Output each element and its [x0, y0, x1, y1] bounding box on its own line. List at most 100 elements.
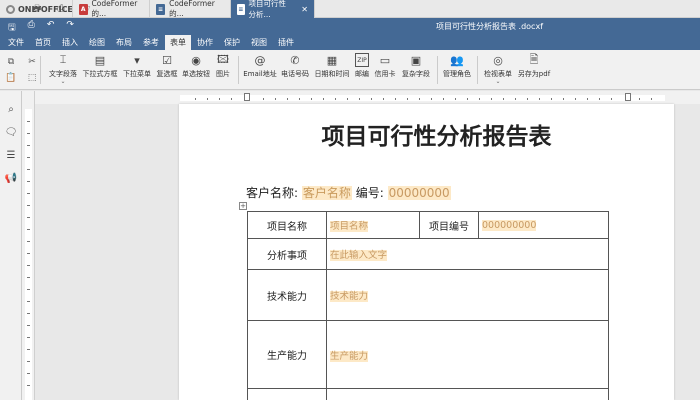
credit-card-button[interactable]: ▭ 信用卡 — [372, 53, 398, 79]
chevron-down-icon: ⌄ — [495, 78, 501, 85]
combo-box-button[interactable]: ▤ 下拉式方框 — [80, 53, 120, 79]
menu-layout[interactable]: 布局 — [111, 35, 137, 50]
menu-protection[interactable]: 保护 — [219, 35, 245, 50]
table-cell-label: 项目编号 — [419, 211, 479, 239]
document-tab[interactable]: ≡ CodeFormer的... — [150, 0, 231, 18]
menu-collaboration[interactable]: 协作 — [192, 35, 218, 50]
credit-card-icon: ▭ — [379, 53, 391, 67]
paste-icon[interactable]: 📋 — [4, 72, 18, 84]
document-heading: 项目可行性分析报告表 — [321, 124, 552, 150]
number-label: 编号: — [355, 186, 384, 200]
select-all-icon[interactable]: ⬚ — [25, 72, 39, 84]
undo-icon[interactable]: ↶ — [47, 20, 55, 36]
table-cell-value[interactable]: 技术能力 — [326, 269, 609, 321]
text-field-button[interactable]: ⌶ 文字段落 ⌄ — [46, 53, 80, 85]
complex-field-button[interactable]: ▣ 复杂字段 — [400, 53, 432, 79]
phone-button[interactable]: ✆ 电话号码 — [278, 53, 312, 79]
menu-forms[interactable]: 表单 — [165, 35, 191, 50]
menu-home[interactable]: 首页 — [30, 35, 56, 50]
radio-icon: ◉ — [191, 53, 201, 67]
document-area: 项目可行性分析报告表 客户名称: 客户名称 编号: 00000000 + 项目名… — [35, 104, 700, 400]
pdf-icon: A — [79, 3, 88, 15]
table-cell-label: 技术能力 — [247, 269, 327, 321]
table-cell-value[interactable]: 在此输入文字 — [326, 238, 609, 270]
chevron-down-icon: ⌄ — [60, 78, 66, 85]
menu-view[interactable]: 视图 — [246, 35, 272, 50]
left-sidebar: ⌕ 🗨 ☰ 📢 — [0, 91, 22, 400]
document-tab-active[interactable]: ≡ 项目可行性分析... ✕ — [231, 0, 315, 19]
navigation-icon[interactable]: ☰ — [5, 149, 17, 161]
document-tab[interactable]: A CodeFormer的... — [72, 0, 150, 18]
email-button[interactable]: @ Email地址 — [243, 53, 277, 79]
redo-icon[interactable]: ↷ — [66, 20, 74, 36]
save-as-pdf-button[interactable]: 🗎 另存为pdf — [516, 53, 552, 79]
title-bar: ONLYOFFICE 🖶 ⎙ 🗁 A CodeFormer的... ≡ Code… — [0, 0, 700, 19]
manage-roles-button[interactable]: 👥 管理角色 — [441, 53, 473, 79]
tab-label: CodeFormer的... — [169, 0, 215, 18]
combo-box-icon: ▤ — [94, 53, 106, 67]
table-cell-label — [247, 388, 327, 400]
customer-label: 客户名称: — [246, 186, 299, 200]
production-capability-field[interactable]: 生产能力 — [330, 350, 369, 362]
save-icon[interactable]: 🖫 — [8, 20, 16, 36]
project-number-field[interactable]: 000000000 — [482, 219, 537, 231]
menu-plugins[interactable]: 插件 — [273, 35, 299, 50]
close-icon[interactable]: ✕ — [301, 5, 308, 14]
menu-insert[interactable]: 插入 — [57, 35, 83, 50]
form-table: 项目名称 项目名称 项目编号 000000000 分析事项 在此输入文字 技术能… — [247, 211, 609, 400]
toolbar: ⧉ ✂ 📋 ⬚ ⌶ 文字段落 ⌄ ▤ 下拉式方框 ▾ 下拉菜单 ☑ 复选框 ◉ … — [0, 50, 700, 90]
dropdown-button[interactable]: ▾ 下拉菜单 — [120, 53, 154, 79]
zip-icon: ZIP — [355, 53, 369, 67]
image-icon: 🖾 — [217, 52, 229, 66]
table-cell-label: 分析事项 — [247, 238, 327, 270]
radio-button-tool[interactable]: ◉ 单选按钮 — [180, 53, 212, 79]
project-name-field[interactable]: 项目名称 — [330, 221, 369, 232]
table-cell-value[interactable] — [326, 388, 609, 400]
cut-icon[interactable]: ✂ — [25, 56, 39, 68]
onlyoffice-logo-icon — [6, 4, 15, 14]
menu-references[interactable]: 参考 — [138, 35, 164, 50]
table-cell-value[interactable]: 项目名称 — [326, 211, 420, 239]
feedback-icon[interactable]: 📢 — [5, 172, 17, 184]
quick-print-icon[interactable]: ⎙ — [54, 2, 68, 16]
vertical-ruler — [22, 91, 35, 400]
checkbox-icon: ☑ — [162, 53, 172, 67]
comments-icon[interactable]: 🗨 — [5, 126, 18, 138]
analysis-items-field[interactable]: 在此输入文字 — [330, 250, 388, 261]
document-icon: ≡ — [237, 3, 245, 15]
customer-name-field[interactable]: 客户名称 — [301, 186, 352, 200]
tab-label: 项目可行性分析... — [248, 0, 287, 19]
view-form-icon: ◎ — [493, 53, 503, 67]
menu-draw[interactable]: 绘图 — [84, 35, 110, 50]
table-cell-value[interactable]: 000000000 — [478, 211, 609, 239]
document-page[interactable]: 项目可行性分析报告表 客户名称: 客户名称 编号: 00000000 + 项目名… — [179, 104, 674, 400]
dropdown-icon: ▾ — [134, 53, 140, 67]
horizontal-ruler — [35, 91, 700, 104]
table-row: 项目名称 项目名称 项目编号 000000000 — [247, 211, 609, 239]
zip-button[interactable]: ZIP 邮编 — [352, 53, 372, 79]
table-cell-label: 项目名称 — [247, 211, 327, 239]
right-indent-marker[interactable] — [625, 93, 631, 101]
header-bar: 🖫 ⎙ ↶ ↷ 项目可行性分析报告表 .docxf — [0, 18, 700, 35]
table-row: 分析事项 在此输入文字 — [247, 238, 609, 270]
print-icon[interactable]: 🖶 — [30, 2, 44, 16]
image-button[interactable]: 🖾 图片 — [212, 53, 234, 79]
roles-icon: 👥 — [450, 53, 464, 67]
table-row: 技术能力 技术能力 — [247, 269, 609, 321]
search-icon[interactable]: ⌕ — [5, 103, 17, 115]
table-cell-label: 生产能力 — [247, 320, 327, 389]
table-cell-value[interactable]: 生产能力 — [326, 320, 609, 389]
table-move-handle[interactable]: + — [239, 202, 247, 210]
phone-icon: ✆ — [290, 53, 300, 67]
number-field[interactable]: 00000000 — [387, 186, 451, 200]
checkbox-button[interactable]: ☑ 复选框 — [154, 53, 180, 79]
date-time-button[interactable]: ▦ 日期和时间 — [313, 53, 351, 79]
copy-icon[interactable]: ⧉ — [4, 56, 18, 68]
print-icon[interactable]: ⎙ — [28, 20, 35, 36]
complex-field-icon: ▣ — [410, 53, 422, 67]
view-form-button[interactable]: ◎ 检视表单 ⌄ — [482, 53, 514, 85]
indent-marker[interactable] — [244, 93, 250, 101]
menu-file[interactable]: 文件 — [3, 35, 29, 50]
tech-capability-field[interactable]: 技术能力 — [330, 291, 369, 302]
menu-bar: 文件 首页 插入 绘图 布局 参考 表单 协作 保护 视图 插件 — [0, 35, 700, 50]
